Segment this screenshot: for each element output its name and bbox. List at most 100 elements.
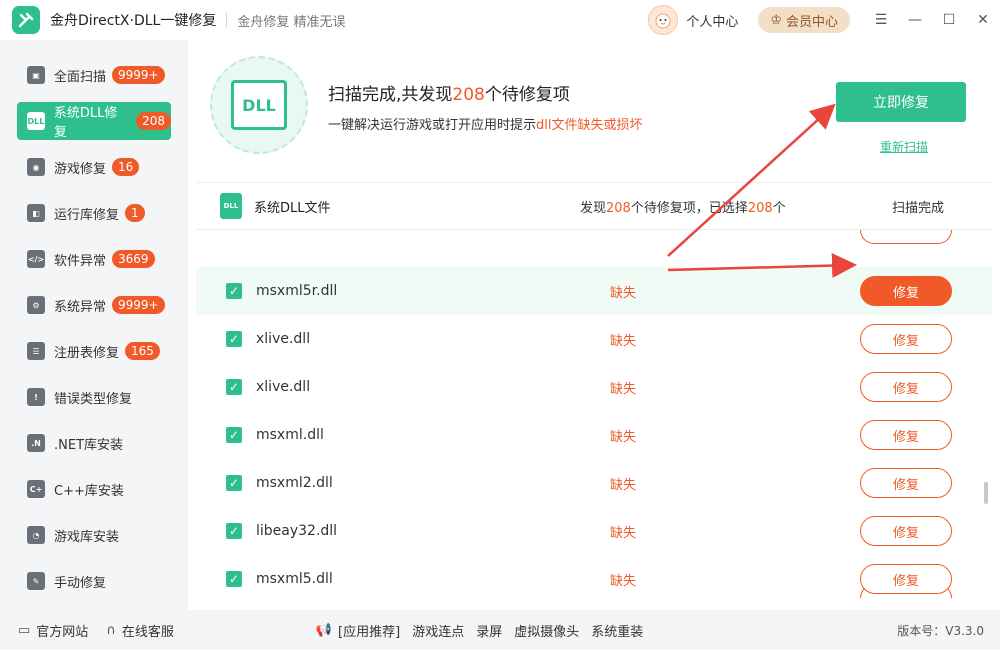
list-header: DLL 系统DLL文件 发现208个待修复项，已选择208个 扫描完成 [196, 182, 992, 230]
rescan-link[interactable]: 重新扫描 [880, 138, 928, 155]
summary-found: 208 [606, 200, 631, 216]
subtitle-pre: 一键解决运行游戏或打开应用时提示 [328, 118, 537, 133]
recommend-group: 📢 [应用推荐] [316, 621, 400, 640]
fix-all-button[interactable]: 立即修复 [836, 82, 966, 122]
menu-icon[interactable]: ☰ [864, 0, 898, 40]
main-panel: DLL 扫描完成,共发现208个待修复项 一键解决运行游戏或打开应用时提示dll… [188, 40, 1000, 610]
code-icon: </> [27, 250, 45, 268]
count-badge: 9999+ [112, 66, 165, 84]
table-row[interactable]: ✓ libeay32.dll 缺失 修复 [196, 507, 992, 555]
user-center-link[interactable]: 个人中心 [686, 11, 738, 30]
sidebar-item-10[interactable]: ◔ 游戏库安装 [17, 516, 171, 554]
file-status: 缺失 [610, 381, 637, 397]
sidebar-item-label: 手动修复 [54, 575, 107, 591]
row-checkbox[interactable]: ✓ [226, 571, 242, 587]
file-name: xlive.dll [256, 331, 311, 347]
official-site-link[interactable]: ▭ 官方网站 [18, 621, 88, 640]
vip-center-label: 会员中心 [785, 14, 838, 30]
row-checkbox[interactable]: ✓ [226, 379, 242, 395]
sidebar-item-3[interactable]: ◧ 运行库修复 1 [17, 194, 171, 232]
sidebar-item-0[interactable]: ▣ 全面扫描 9999+ [17, 56, 171, 94]
maximize-icon[interactable]: ☐ [932, 0, 966, 40]
warning-icon: ! [27, 388, 45, 406]
minimize-icon[interactable]: — [898, 0, 932, 40]
megaphone-icon: 📢 [315, 622, 333, 638]
fix-button[interactable]: 修复 [860, 420, 952, 450]
summary-selected: 208 [747, 200, 773, 216]
fix-button[interactable]: 修复 [860, 468, 952, 498]
sidebar-item-9[interactable]: C+ C++库安装 [17, 470, 171, 508]
gear-icon: ⚙ [27, 296, 45, 314]
scrollbar[interactable] [984, 482, 988, 504]
dll-file-icon: DLL [231, 80, 287, 130]
dotnet-icon: .N [27, 434, 45, 452]
dll-file-list[interactable]: ✓ msxml5r.dll 缺失 修复 ✓ xlive.dll 缺失 修复 ✓ xlive.dll… [196, 230, 992, 598]
footer-link-auto-clicker[interactable]: 游戏连点 [412, 621, 464, 640]
version-label: 版本号：V3.3.0 [897, 623, 984, 638]
dll-file-icon: DLL [220, 193, 242, 219]
count-badge: 16 [112, 158, 140, 176]
official-site-label: 官方网站 [36, 624, 89, 640]
file-status: 缺失 [610, 525, 637, 541]
runtime-icon: ◧ [27, 204, 45, 222]
sidebar-item-label: 软件异常 [54, 253, 107, 269]
file-name: msxml2.dll [256, 475, 333, 491]
wrench-icon: ✎ [27, 572, 45, 590]
footer-link-system-reinstall[interactable]: 系统重装 [591, 621, 643, 640]
found-count: 208 [452, 85, 485, 105]
row-checkbox[interactable]: ✓ [226, 475, 242, 491]
sidebar-item-label: 游戏库安装 [54, 529, 120, 545]
scan-result-banner: DLL 扫描完成,共发现208个待修复项 一键解决运行游戏或打开应用时提示dll… [188, 40, 1000, 182]
file-status: 缺失 [610, 477, 637, 493]
sidebar-item-1[interactable]: DLL 系统DLL修复 208 [17, 102, 171, 140]
count-badge: 1 [125, 204, 145, 222]
close-icon[interactable]: ✕ [966, 0, 1000, 40]
row-checkbox[interactable]: ✓ [226, 283, 242, 299]
table-row[interactable]: ✓ msxml5.dll 缺失 修复 [196, 555, 992, 598]
vip-center-button[interactable]: ♔ 会员中心 [758, 7, 850, 33]
table-row[interactable]: ✓ msxml2.dll 缺失 修复 [196, 459, 992, 507]
sidebar: ▣ 全面扫描 9999+ DLL 系统DLL修复 208 ◉ 游戏修复 16 ◧ 运行库修复 1 </>… [0, 40, 188, 610]
dll-illustration: DLL [210, 56, 308, 154]
fix-button[interactable]: 修复 [860, 276, 952, 306]
sidebar-item-5[interactable]: ⚙ 系统异常 9999+ [17, 286, 171, 324]
table-row[interactable]: ✓ xlive.dll 缺失 修复 [196, 363, 992, 411]
sidebar-item-6[interactable]: ☰ 注册表修复 165 [17, 332, 171, 370]
fix-button-partial-top[interactable] [860, 230, 952, 244]
sidebar-item-label: 系统异常 [54, 299, 107, 315]
dll-icon-label: DLL [242, 95, 276, 115]
scan-result-subtitle: 一键解决运行游戏或打开应用时提示dll文件缺失或损坏 [328, 114, 643, 133]
sidebar-item-label: 注册表修复 [54, 345, 120, 361]
file-name: libeay32.dll [256, 523, 338, 539]
sidebar-item-4[interactable]: </> 软件异常 3669 [17, 240, 171, 278]
title-post: 个待修复项 [484, 85, 570, 105]
fix-button[interactable]: 修复 [860, 564, 952, 594]
fix-button[interactable]: 修复 [860, 372, 952, 402]
table-row[interactable]: ✓ msxml5r.dll 缺失 修复 [196, 267, 992, 315]
row-checkbox[interactable]: ✓ [226, 427, 242, 443]
sidebar-item-label: 全面扫描 [54, 69, 107, 85]
file-name: xlive.dll [256, 379, 311, 395]
file-status: 缺失 [610, 285, 637, 301]
footer-link-virtual-camera[interactable]: 虚拟摄像头 [514, 621, 579, 640]
count-badge: 3669 [112, 250, 155, 268]
sidebar-item-label: C++库安装 [54, 483, 124, 499]
row-checkbox[interactable]: ✓ [226, 523, 242, 539]
table-row[interactable]: ✓ msxml.dll 缺失 修复 [196, 411, 992, 459]
avatar[interactable] [648, 5, 679, 35]
gamepad-icon: ◉ [27, 158, 45, 176]
full-scan-icon: ▣ [27, 66, 45, 84]
fix-button[interactable]: 修复 [860, 516, 952, 546]
sidebar-item-11[interactable]: ✎ 手动修复 [17, 562, 171, 600]
title-bar-right: 个人中心 ♔ 会员中心 ☰ — ☐ ✕ [648, 0, 1000, 40]
row-checkbox[interactable]: ✓ [226, 331, 242, 347]
title-bar: 金舟DirectX·DLL一键修复 金舟修复 精准无误 个人中心 ♔ 会员中心 … [0, 0, 1000, 40]
footer-link-screen-record[interactable]: 录屏 [476, 621, 502, 640]
monitor-icon: ▭ [18, 622, 31, 638]
table-row[interactable]: ✓ xlive.dll 缺失 修复 [196, 315, 992, 363]
online-service-link[interactable]: ∩ 在线客服 [106, 621, 174, 640]
sidebar-item-8[interactable]: .N .NET库安装 [17, 424, 171, 462]
fix-button[interactable]: 修复 [860, 324, 952, 354]
sidebar-item-7[interactable]: ! 错误类型修复 [17, 378, 171, 416]
sidebar-item-2[interactable]: ◉ 游戏修复 16 [17, 148, 171, 186]
